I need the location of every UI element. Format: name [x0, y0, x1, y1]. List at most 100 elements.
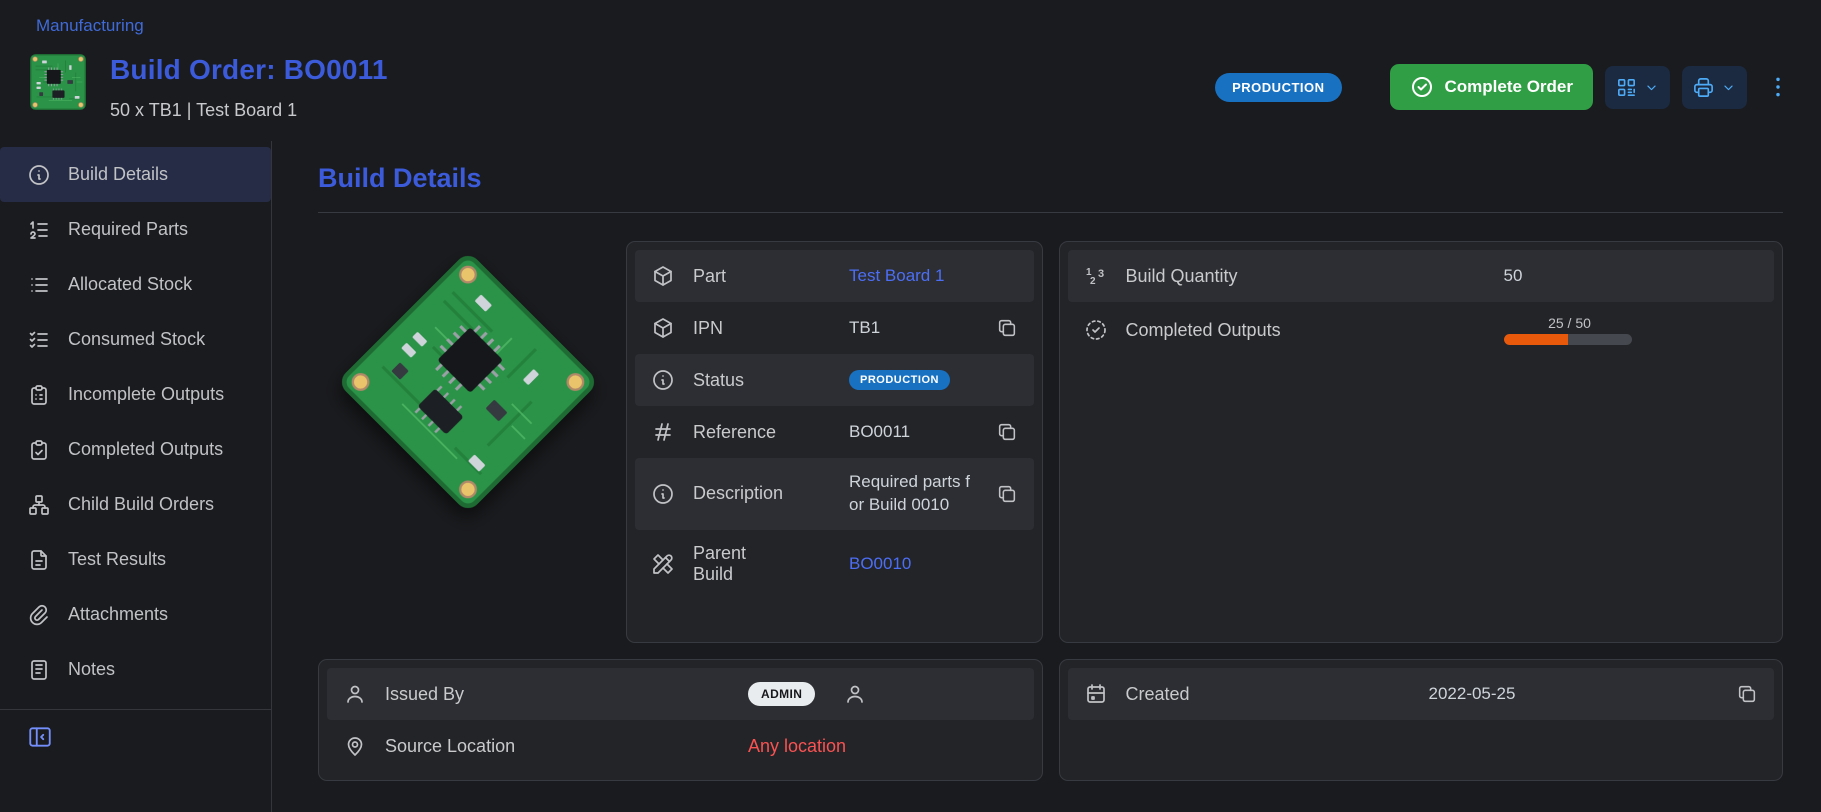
created-value: 2022-05-25 — [1429, 684, 1516, 704]
detail-label-description: Description — [693, 483, 831, 504]
build-quantity-label: Build Quantity — [1126, 266, 1486, 287]
sidebar-item-consumed-stock[interactable]: Consumed Stock — [0, 312, 271, 367]
clipboard-list-icon — [27, 383, 51, 407]
build-quantity-value: 50 — [1504, 266, 1523, 286]
order-status-badge: PRODUCTION — [1215, 73, 1341, 102]
detail-label-ipn: IPN — [693, 318, 831, 339]
page-header: Build Order: BO0011 50 x TB1 | Test Boar… — [0, 40, 1821, 141]
copy-icon — [996, 421, 1018, 443]
calendar-icon — [1084, 682, 1108, 706]
sidebar-item-label: Attachments — [68, 604, 168, 625]
barcode-actions-button[interactable] — [1605, 66, 1670, 109]
sitemap-icon — [27, 493, 51, 517]
detail-label-parent-build: Parent Build — [693, 543, 831, 585]
header-left: Build Order: BO0011 50 x TB1 | Test Boar… — [30, 54, 388, 121]
info-circle-icon — [651, 368, 675, 392]
box-icon — [651, 316, 675, 340]
header-actions: PRODUCTION Complete Order — [1215, 54, 1791, 110]
list-check-icon — [27, 328, 51, 352]
paperclip-icon — [27, 603, 51, 627]
completed-outputs-label: Completed Outputs — [1126, 320, 1486, 341]
page-subtitle: 50 x TB1 | Test Board 1 — [110, 100, 388, 121]
svg-text:3: 3 — [1098, 268, 1104, 280]
info-circle-icon — [27, 163, 51, 187]
sidebar-item-incomplete-outputs[interactable]: Incomplete Outputs — [0, 367, 271, 422]
copy-reference-button[interactable] — [996, 421, 1018, 443]
owner-user-icon — [843, 682, 867, 706]
copy-icon — [1736, 683, 1758, 705]
svg-text:2: 2 — [1090, 276, 1096, 287]
detail-row-description: Description Required parts for Build 001… — [635, 458, 1034, 530]
sidebar-item-notes[interactable]: Notes — [0, 642, 271, 697]
breadcrumb-manufacturing[interactable]: Manufacturing — [36, 16, 144, 35]
status-badge: PRODUCTION — [849, 370, 950, 390]
issued-by-row: Issued By ADMIN — [327, 668, 1034, 720]
copy-ipn-button[interactable] — [996, 317, 1018, 339]
detail-row-part: Part Test Board 1 — [635, 250, 1034, 302]
test-results-icon — [27, 548, 51, 572]
sidebar-item-completed-outputs[interactable]: Completed Outputs — [0, 422, 271, 477]
detail-label-reference: Reference — [693, 422, 831, 443]
sidebar-item-child-build-orders[interactable]: Child Build Orders — [0, 477, 271, 532]
detail-row-ipn: IPN TB1 — [635, 302, 1034, 354]
more-actions-button[interactable] — [1765, 74, 1791, 100]
part-link[interactable]: Test Board 1 — [849, 266, 944, 286]
sidebar-item-label: Required Parts — [68, 219, 188, 240]
sidebar: Build Details Required Parts Allocated S… — [0, 141, 272, 812]
details-card: Part Test Board 1 IPN TB1 — [626, 241, 1043, 643]
sidebar-item-build-details[interactable]: Build Details — [0, 147, 271, 202]
copy-icon — [996, 317, 1018, 339]
part-thumbnail-image — [30, 54, 86, 110]
sidebar-item-label: Completed Outputs — [68, 439, 223, 460]
completed-outputs-row: Completed Outputs 25 / 50 — [1068, 302, 1775, 358]
user-icon — [343, 682, 367, 706]
copy-description-button[interactable] — [996, 483, 1018, 505]
detail-label-status: Status — [693, 370, 831, 391]
sidebar-collapse-icon — [27, 724, 53, 750]
complete-order-button[interactable]: Complete Order — [1390, 64, 1593, 110]
circle-check-icon — [1410, 75, 1434, 99]
detail-row-parent-build: Parent Build BO0010 — [635, 530, 1034, 598]
breadcrumb: Manufacturing — [0, 0, 1821, 40]
reference-value: BO0011 — [849, 422, 910, 442]
progress-check-icon — [1084, 318, 1108, 342]
collapse-sidebar-button[interactable] — [27, 724, 53, 750]
build-details-content: Part Test Board 1 IPN TB1 — [318, 241, 1783, 781]
notes-icon — [27, 658, 51, 682]
sidebar-item-label: Notes — [68, 659, 115, 680]
chevron-down-icon — [1720, 79, 1737, 96]
detail-row-reference: Reference BO0011 — [635, 406, 1034, 458]
section-title: Build Details — [318, 163, 1783, 194]
print-actions-button[interactable] — [1682, 66, 1747, 109]
sidebar-item-label: Test Results — [68, 549, 166, 570]
page-body: Build Details Required Parts Allocated S… — [0, 141, 1821, 812]
map-pin-icon — [343, 734, 367, 758]
numbers-123-icon: 123 — [1084, 264, 1108, 288]
parent-build-link[interactable]: BO0010 — [849, 554, 911, 574]
printer-icon — [1692, 76, 1715, 99]
sidebar-item-test-results[interactable]: Test Results — [0, 532, 271, 587]
sidebar-item-attachments[interactable]: Attachments — [0, 587, 271, 642]
box-icon — [651, 264, 675, 288]
source-location-row: Source Location Any location — [327, 720, 1034, 772]
issued-by-label: Issued By — [385, 684, 730, 705]
qrcode-icon — [1615, 76, 1638, 99]
build-order-page: Manufacturing Build Order: BO0011 50 x T… — [0, 0, 1821, 812]
sidebar-item-label: Incomplete Outputs — [68, 384, 224, 405]
hash-icon — [651, 420, 675, 444]
progress-fill — [1504, 334, 1568, 345]
created-row: Created 2022-05-25 — [1068, 668, 1775, 720]
copy-created-button[interactable] — [1736, 683, 1758, 705]
left-column: Part Test Board 1 IPN TB1 — [318, 241, 1043, 781]
sidebar-item-allocated-stock[interactable]: Allocated Stock — [0, 257, 271, 312]
issued-card: Issued By ADMIN Source Location Any loca… — [318, 659, 1043, 781]
list-numbers-icon — [27, 218, 51, 242]
complete-order-label: Complete Order — [1445, 77, 1573, 97]
section-divider — [318, 212, 1783, 213]
created-card: Created 2022-05-25 — [1059, 659, 1784, 781]
detail-label-part: Part — [693, 266, 831, 287]
dots-vertical-icon — [1765, 74, 1791, 100]
main-panel: Build Details Part Test Board 1 — [272, 141, 1821, 812]
tools-icon — [651, 552, 675, 576]
sidebar-item-required-parts[interactable]: Required Parts — [0, 202, 271, 257]
